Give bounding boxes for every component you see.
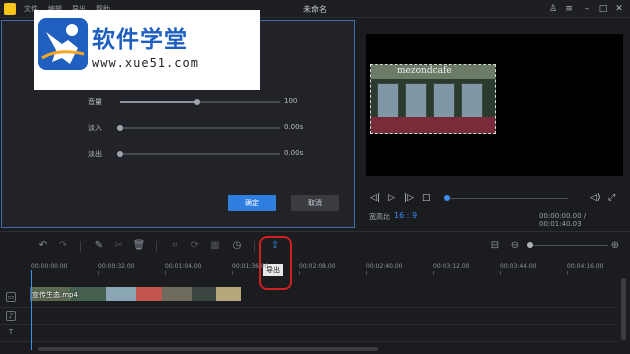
clip-thumbnail	[136, 287, 162, 301]
time-readout: 00:00:00.00 / 00:01:40.03	[539, 212, 587, 228]
ruler-tick-label: 00:02:08.00	[299, 263, 336, 270]
delete-icon[interactable]: 🗑	[132, 239, 146, 253]
speed-icon[interactable]: ◷	[230, 239, 244, 253]
timeline-ruler[interactable]: 00:00:00.00 00:00:32.00 00:01:04.00 00:0…	[0, 260, 630, 276]
cancel-button[interactable]: 取消	[291, 195, 339, 211]
timeline-tracks: ▭ ♪ T 宣传生态.mp4	[0, 278, 630, 346]
ruler-tick	[299, 271, 300, 275]
vertical-scrollbar[interactable]	[621, 278, 626, 340]
watermark-person-icon	[38, 18, 88, 70]
fade-in-slider-thumb[interactable]	[117, 125, 123, 131]
video-preview[interactable]: mezondcafe	[366, 34, 623, 176]
volume-slider-thumb[interactable]	[193, 99, 200, 105]
ruler-tick-label: 00:03:44.00	[500, 263, 537, 270]
fade-out-slider-thumb[interactable]	[117, 151, 123, 157]
fade-out-row: 淡出 0.00s	[2, 146, 356, 162]
fade-in-slider[interactable]	[117, 125, 280, 131]
video-frame[interactable]: mezondcafe	[370, 64, 496, 134]
crop-icon[interactable]: ⌗	[168, 239, 182, 253]
clip-thumbnail	[106, 287, 136, 301]
zoom-slider-thumb[interactable]	[527, 242, 533, 248]
toolbar-separator	[80, 241, 81, 252]
ruler-tick-label: 00:01:36.00	[232, 263, 269, 270]
play-icon[interactable]: ▷	[388, 193, 395, 203]
ruler-tick	[98, 271, 99, 275]
undo-icon[interactable]: ↶	[36, 239, 50, 253]
clip-thumbnail	[192, 287, 216, 301]
playback-progress-thumb[interactable]	[444, 195, 450, 201]
text-track-icon: T	[8, 328, 14, 336]
prev-frame-icon[interactable]: ◁|	[370, 193, 380, 203]
clip-thumbnail	[216, 287, 241, 301]
toolbar-separator	[156, 241, 157, 252]
toolbar-divider	[0, 231, 630, 232]
fade-in-row: 淡入 0.00s	[2, 120, 356, 136]
ok-button[interactable]: 确定	[228, 195, 276, 211]
ruler-tick-label: 00:03:12.00	[433, 263, 470, 270]
ruler-tick-label: 00:00:00.00	[31, 263, 68, 270]
playback-bar: ◁| ▷ |▷ □ ◁) ⤢	[366, 190, 623, 206]
text-track[interactable]: T	[0, 325, 618, 342]
next-frame-icon[interactable]: |▷	[404, 193, 414, 203]
watermark-url: www.xue51.com	[92, 56, 199, 70]
ruler-tick	[433, 271, 434, 275]
fullscreen-icon[interactable]: ⤢	[608, 193, 615, 203]
ruler-tick	[366, 271, 367, 275]
video-flowers	[371, 117, 495, 133]
volume-value: 100	[284, 97, 298, 105]
ruler-tick	[567, 271, 568, 275]
volume-label: 音量	[88, 98, 102, 106]
clip-filename: 宣传生态.mp4	[32, 291, 78, 299]
playback-progress-track[interactable]	[446, 198, 568, 199]
zoom-in-icon[interactable]: ⊕	[608, 239, 622, 253]
volume-row: 音量 100	[2, 94, 356, 110]
audio-track-icon: ♪	[6, 311, 16, 321]
video-track-icon: ▭	[6, 292, 16, 302]
volume-icon[interactable]: ◁)	[590, 193, 600, 203]
horizontal-scrollbar[interactable]	[38, 347, 378, 351]
timeline-playhead[interactable]	[31, 270, 32, 350]
ruler-tick	[500, 271, 501, 275]
clip-thumbnail	[162, 287, 192, 301]
ruler-tick-label: 00:00:32.00	[98, 263, 135, 270]
volume-slider-fill	[120, 101, 197, 103]
fit-timeline-icon[interactable]: ⊟	[488, 239, 502, 253]
fade-out-value: 0.00s	[284, 149, 304, 157]
mosaic-icon[interactable]: ▦	[208, 239, 222, 253]
video-shop-sign: mezondcafe	[397, 66, 452, 76]
rotate-icon[interactable]: ⟳	[188, 239, 202, 253]
close-icon[interactable]: ✕	[612, 2, 626, 16]
edit-icon[interactable]: ✎	[92, 239, 106, 253]
stop-icon[interactable]: □	[422, 193, 431, 203]
toolbar-separator	[254, 241, 255, 252]
cut-icon[interactable]: ✂	[112, 239, 126, 253]
ruler-tick-label: 00:01:04.00	[165, 263, 202, 270]
ruler-tick-label: 00:02:40.00	[366, 263, 403, 270]
minimize-icon[interactable]: –	[580, 2, 594, 16]
edit-toolbar: ↶ ↷ ✎ ✂ 🗑 ⌗ ⟳ ▦ ◷ ⇪ ⊟ ⊖ ⊕	[0, 236, 630, 256]
redo-icon[interactable]: ↷	[56, 239, 70, 253]
zoom-slider[interactable]	[528, 245, 608, 246]
volume-slider[interactable]	[120, 99, 280, 105]
video-clip[interactable]: 宣传生态.mp4	[30, 287, 241, 301]
ruler-tick	[232, 271, 233, 275]
fade-out-label: 淡出	[88, 150, 102, 158]
ruler-tick-label: 00:04:16.00	[567, 263, 604, 270]
ruler-tick	[165, 271, 166, 275]
aspect-ratio-label: 宽高比	[369, 213, 390, 221]
fade-in-value: 0.00s	[284, 123, 304, 131]
watermark-logo: 软件学堂 www.xue51.com	[34, 10, 260, 90]
fade-in-label: 淡入	[88, 124, 102, 132]
menu-icon[interactable]: ≡	[562, 2, 576, 16]
fade-out-slider[interactable]	[117, 151, 280, 157]
aspect-ratio-value[interactable]: 16 : 9	[394, 211, 417, 220]
audio-track[interactable]: ♪	[0, 308, 618, 325]
watermark-title: 软件学堂	[92, 27, 188, 53]
user-icon[interactable]: ♙	[546, 2, 560, 16]
maximize-icon[interactable]: □	[596, 2, 610, 16]
zoom-out-icon[interactable]: ⊖	[508, 239, 522, 253]
